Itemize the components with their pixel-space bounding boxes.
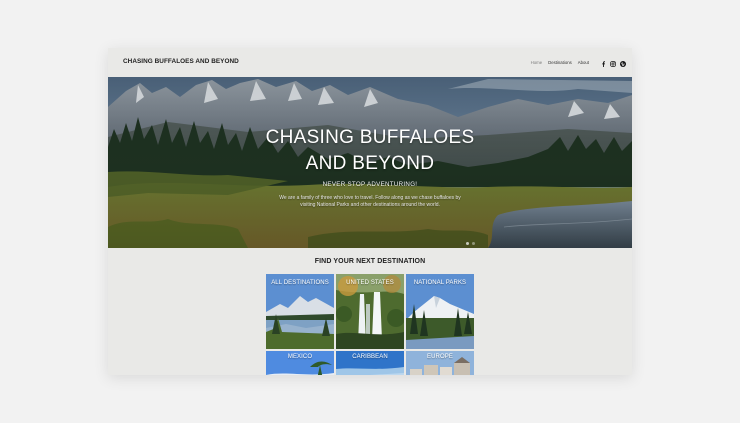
hero-subtitle: NEVER STOP ADVENTURING! <box>322 181 418 188</box>
website-frame: CHASING BUFFALOES AND BEYOND Home Destin… <box>108 48 632 375</box>
tile-label: NATIONAL PARKS <box>413 280 467 286</box>
hero-banner: CHASING BUFFALOES AND BEYOND NEVER STOP … <box>108 77 632 248</box>
social-links <box>597 54 626 72</box>
nav-about[interactable]: About <box>578 60 589 65</box>
hero-title-line-2: AND BEYOND <box>305 153 435 174</box>
tile-europe[interactable]: EUROPE <box>406 351 474 375</box>
hero-description-line-2: visiting National Parks and other destin… <box>300 202 440 208</box>
tile-label: MEXICO <box>287 354 313 360</box>
tile-label: CARIBBEAN <box>352 354 388 360</box>
tile-all-destinations[interactable]: ALL DESTINATIONS <box>266 274 334 349</box>
pinterest-icon[interactable] <box>620 54 626 72</box>
nav-destinations[interactable]: Destinations <box>548 60 572 65</box>
tile-national-parks[interactable]: NATIONAL PARKS <box>406 274 474 349</box>
tile-caribbean[interactable]: CARIBBEAN <box>336 351 404 375</box>
hero-description-line-1: We are a family of three who love to tra… <box>279 195 461 201</box>
tile-mexico[interactable]: MEXICO <box>266 351 334 375</box>
tile-label: EUROPE <box>427 354 453 360</box>
tile-label: ALL DESTINATIONS <box>271 280 329 286</box>
instagram-icon[interactable] <box>610 54 616 72</box>
section-heading: FIND YOUR NEXT DESTINATION <box>314 258 426 265</box>
hero-title-line-1: CHASING BUFFALOES <box>265 127 475 148</box>
nav-home[interactable]: Home <box>531 60 542 65</box>
site-title[interactable]: CHASING BUFFALOES AND BEYOND <box>123 58 239 65</box>
slider-dot[interactable] <box>466 242 469 245</box>
tile-label: UNITED STATES <box>346 280 394 286</box>
site-header: CHASING BUFFALOES AND BEYOND Home Destin… <box>108 48 632 77</box>
facebook-icon[interactable] <box>601 54 606 72</box>
destination-grid: ALL DESTINATIONS UNITED STATES NATIONAL … <box>266 274 475 375</box>
main-nav: Home Destinations About <box>531 58 626 67</box>
tile-united-states[interactable]: UNITED STATES <box>336 274 404 349</box>
slider-dot[interactable] <box>472 242 475 245</box>
